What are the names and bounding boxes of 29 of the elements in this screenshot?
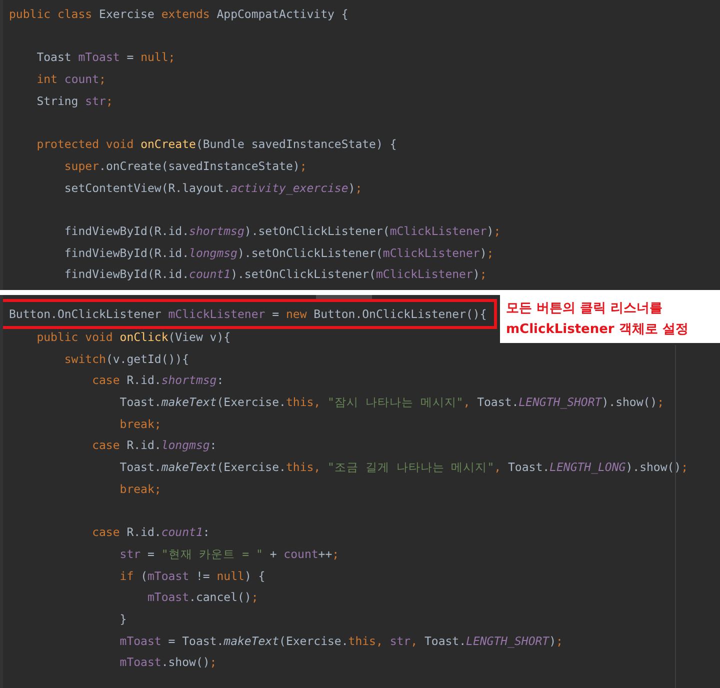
code-line: mToast.cancel(); (146, 589, 258, 606)
code-line: findViewById(R.id.shortmsg).setOnClickListener(mClickListener); (63, 222, 501, 240)
code-line: break; (118, 480, 162, 498)
code-line: super.onCreate(savedInstanceState); (63, 158, 307, 175)
code-line: mToast = Toast.makeText(Exercise.this, str, Toast.LENGTH_SHORT); (118, 632, 563, 650)
annotation-text: 모든 버튼의 클릭 리스너를 (506, 300, 664, 317)
code-line: case R.id.longmsg: (91, 437, 217, 454)
code-line: findViewById(R.id.count1).setOnClickListener(mClickListener); (63, 266, 487, 284)
code-line: break; (118, 416, 162, 433)
code-line: str = "현재 카운트 = " + count++; (118, 546, 340, 563)
code-line: switch(v.getId()){ (63, 350, 190, 368)
splitter-handle[interactable] (316, 294, 372, 299)
code-line: public class Exercise extends AppCompatActivity { (9, 6, 348, 23)
code-line: int count; (36, 71, 106, 88)
code-line: public void onClick(View v){ (36, 328, 231, 346)
code-line: Toast.makeText(Exercise.this, "조금 길게 나타나는 메시지", Toast.LENGTH_LONG).show(); (118, 459, 688, 476)
code-line: String str; (36, 92, 113, 110)
code-line: Toast mToast = null; (36, 49, 176, 66)
code-line: case R.id.shortmsg: (91, 372, 224, 390)
code-line: if (mToast != null) { (118, 568, 266, 584)
code-line: Toast.makeText(Exercise.this, "잠시 나타나는 메시지", Toast.LENGTH_SHORT).show(); (118, 394, 664, 411)
annotation-text: mClickListener 객체로 설정 (506, 320, 690, 338)
code-line: Button.OnClickListener mClickListener = new Button.OnClickListener(){ (9, 306, 487, 323)
code-line: findViewById(R.id.longmsg).setOnClickListener(mClickListener); (63, 244, 494, 262)
code-line: mToast.show(); (118, 654, 217, 672)
code-line: protected void onCreate(Bundle savedInstanceState) { (36, 136, 397, 154)
code-line: } (118, 610, 127, 628)
code-line: setContentView(R.layout.activity_exercise); (63, 180, 362, 197)
code-line: case R.id.count1: (91, 524, 210, 542)
